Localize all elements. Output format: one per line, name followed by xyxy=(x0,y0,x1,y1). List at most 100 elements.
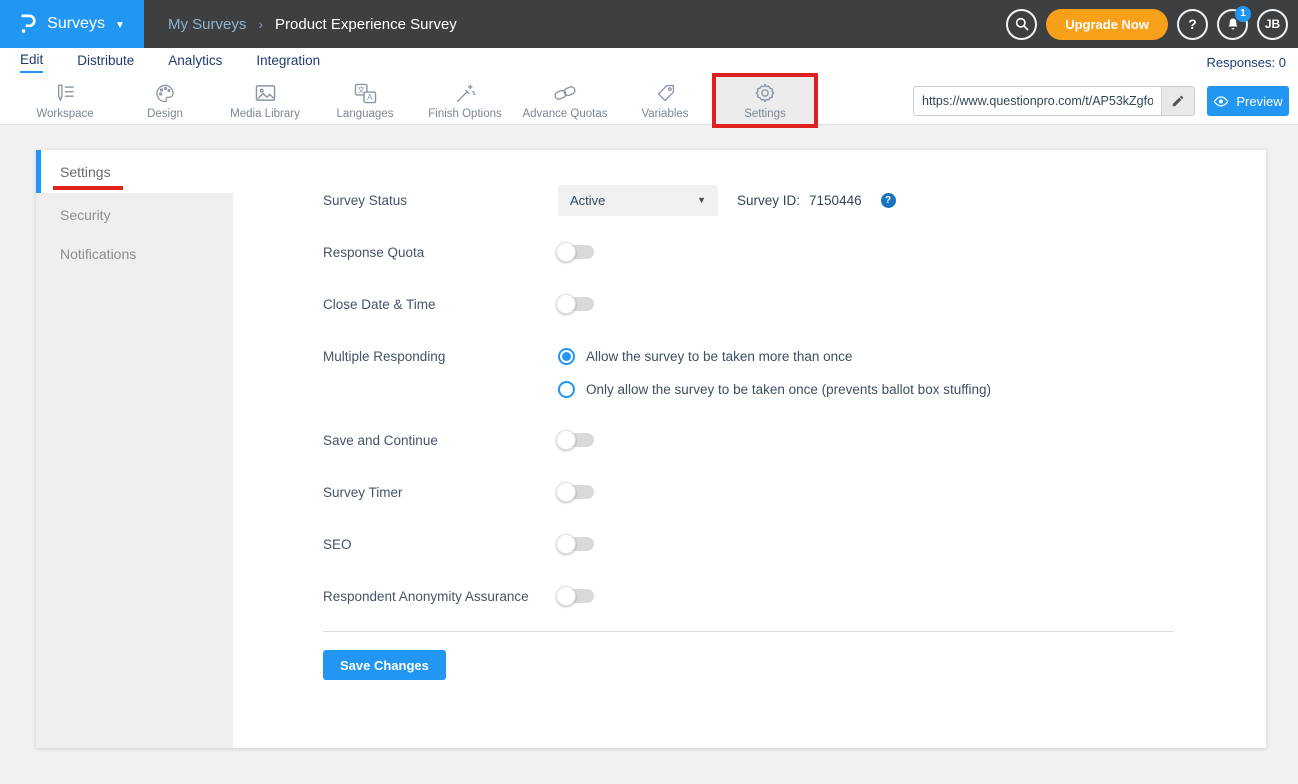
languages-translate-icon: 文 A xyxy=(354,83,377,104)
variables-tag-icon xyxy=(655,83,676,104)
sidebar-item-label: Notifications xyxy=(60,246,136,262)
toolbar-item-label: Media Library xyxy=(230,108,300,120)
sidebar-item-label: Settings xyxy=(60,164,111,180)
toolbar-item-label: Workspace xyxy=(36,108,93,120)
tab-distribute[interactable]: Distribute xyxy=(77,53,134,72)
workspace-icon xyxy=(54,83,76,103)
toolbar-item-media-library[interactable]: Media Library xyxy=(215,76,315,125)
toolbar-item-label: Advance Quotas xyxy=(522,108,607,120)
toggle-knob xyxy=(556,534,576,554)
toggle-knob xyxy=(556,586,576,606)
advance-quotas-link-icon xyxy=(553,83,577,103)
radio-option-label: Allow the survey to be taken more than o… xyxy=(586,349,852,364)
radio-button-icon xyxy=(558,348,575,365)
seo-label: SEO xyxy=(323,537,558,552)
settings-sidebar: Settings Security Notifications xyxy=(36,150,233,748)
save-and-continue-label: Save and Continue xyxy=(323,433,558,448)
toggle-knob xyxy=(556,242,576,262)
seo-toggle[interactable] xyxy=(558,537,594,551)
close-date-time-label: Close Date & Time xyxy=(323,297,558,312)
breadcrumb-separator-icon: › xyxy=(258,16,263,32)
chevron-down-icon: ▼ xyxy=(697,195,706,205)
upgrade-now-button[interactable]: Upgrade Now xyxy=(1046,9,1168,40)
tab-edit[interactable]: Edit xyxy=(20,52,43,73)
sidebar-item-security[interactable]: Security xyxy=(36,195,233,234)
app-menu[interactable]: Surveys ▼ xyxy=(0,0,144,48)
toolbar-item-label: Design xyxy=(147,108,183,120)
eye-icon xyxy=(1213,95,1229,108)
tab-analytics[interactable]: Analytics xyxy=(168,53,222,72)
toolbar-item-design[interactable]: Design xyxy=(115,76,215,125)
app-menu-label: Surveys xyxy=(47,15,105,33)
save-changes-button[interactable]: Save Changes xyxy=(323,650,446,680)
responses-count: Responses: 0 xyxy=(1207,55,1287,70)
respondent-anonymity-row: Respondent Anonymity Assurance xyxy=(323,570,1174,622)
respondent-anonymity-toggle[interactable] xyxy=(558,589,594,603)
preview-button[interactable]: Preview xyxy=(1207,86,1289,116)
survey-timer-label: Survey Timer xyxy=(323,485,558,500)
breadcrumb-parent[interactable]: My Surveys xyxy=(168,16,246,33)
survey-timer-toggle[interactable] xyxy=(558,485,594,499)
breadcrumb: My Surveys › Product Experience Survey xyxy=(168,16,457,33)
toolbar-item-workspace[interactable]: Workspace xyxy=(15,76,115,125)
toolbar-item-label: Settings xyxy=(744,108,786,120)
sidebar-background: Security Notifications xyxy=(36,193,233,748)
notification-badge: 1 xyxy=(1235,6,1251,22)
survey-nav: Edit Distribute Analytics Integration Re… xyxy=(0,48,1298,76)
content-divider xyxy=(323,631,1174,632)
toggle-knob xyxy=(556,430,576,450)
survey-status-value: Active xyxy=(570,193,697,208)
settings-gear-icon xyxy=(754,82,776,104)
seo-row: SEO xyxy=(323,518,1174,570)
toolbar-item-variables[interactable]: Variables xyxy=(615,76,715,125)
close-date-time-row: Close Date & Time xyxy=(323,278,1174,330)
media-library-icon xyxy=(254,83,277,103)
survey-status-row: Survey Status Active ▼ Survey ID: 715044… xyxy=(323,174,1174,226)
avatar[interactable]: JB xyxy=(1257,9,1288,40)
tab-integration[interactable]: Integration xyxy=(256,53,320,72)
survey-status-dropdown[interactable]: Active ▼ xyxy=(558,185,718,216)
active-item-red-underline xyxy=(53,186,123,190)
radio-option-allow-multiple[interactable]: Allow the survey to be taken more than o… xyxy=(558,340,991,373)
multiple-responding-label: Multiple Responding xyxy=(323,340,558,373)
survey-url-input[interactable] xyxy=(914,87,1161,115)
toolbar-item-finish-options[interactable]: Finish Options xyxy=(415,76,515,125)
chevron-down-icon: ▼ xyxy=(115,20,125,31)
survey-id-help-icon[interactable]: ? xyxy=(881,193,896,208)
search-icon xyxy=(1014,16,1030,32)
toolbar-item-label: Finish Options xyxy=(428,108,502,120)
finish-options-wand-icon xyxy=(454,83,476,104)
help-button[interactable]: ? xyxy=(1177,9,1208,40)
sidebar-item-settings[interactable]: Settings xyxy=(36,150,233,193)
survey-url-group xyxy=(913,86,1195,116)
toolbar-item-languages[interactable]: 文 A Languages xyxy=(315,76,415,125)
edit-url-button[interactable] xyxy=(1161,87,1194,115)
notifications-button[interactable]: 1 xyxy=(1217,9,1248,40)
survey-timer-row: Survey Timer xyxy=(323,466,1174,518)
close-date-time-toggle[interactable] xyxy=(558,297,594,311)
top-header-bar: Surveys ▼ My Surveys › Product Experienc… xyxy=(0,0,1298,48)
questionpro-logo-icon xyxy=(19,13,37,35)
survey-id-label: Survey ID: xyxy=(737,193,800,208)
response-quota-label: Response Quota xyxy=(323,245,558,260)
breadcrumb-current: Product Experience Survey xyxy=(275,16,457,33)
sidebar-item-label: Security xyxy=(60,207,111,223)
sidebar-item-notifications[interactable]: Notifications xyxy=(36,234,233,273)
search-button[interactable] xyxy=(1006,9,1037,40)
svg-text:A: A xyxy=(367,93,373,102)
radio-option-label: Only allow the survey to be taken once (… xyxy=(586,382,991,397)
toolbar-item-settings[interactable]: Settings xyxy=(715,76,815,125)
avatar-initials: JB xyxy=(1265,17,1280,31)
toggle-knob xyxy=(556,482,576,502)
toolbar-item-label: Variables xyxy=(641,108,688,120)
save-and-continue-toggle[interactable] xyxy=(558,433,594,447)
toolbar-item-advance-quotas[interactable]: Advance Quotas xyxy=(515,76,615,125)
response-quota-row: Response Quota xyxy=(323,226,1174,278)
toggle-knob xyxy=(556,294,576,314)
settings-panel: Settings Security Notifications Survey S… xyxy=(36,150,1266,748)
respondent-anonymity-label: Respondent Anonymity Assurance xyxy=(323,589,558,604)
response-quota-toggle[interactable] xyxy=(558,245,594,259)
design-palette-icon xyxy=(154,83,176,104)
preview-button-label: Preview xyxy=(1236,94,1282,109)
radio-option-allow-once[interactable]: Only allow the survey to be taken once (… xyxy=(558,373,991,406)
